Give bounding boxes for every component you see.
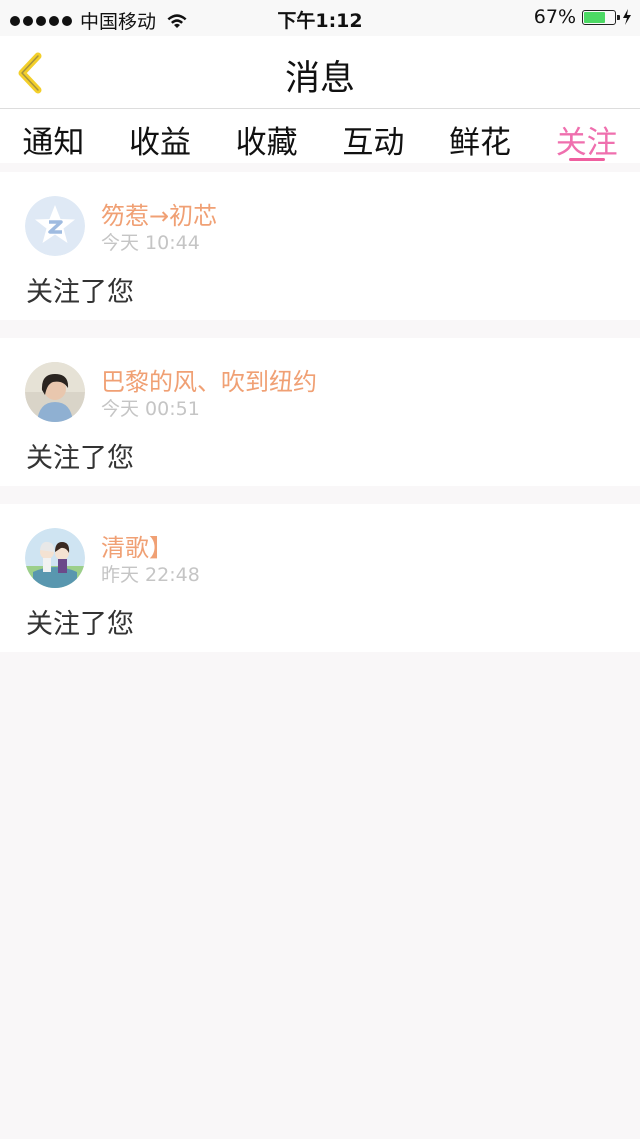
tab-follows[interactable]: 关注	[533, 109, 640, 163]
notification-message: 关注了您	[26, 443, 134, 474]
timestamp: 今天 00:51	[101, 398, 200, 420]
nav-bar: 消息	[0, 36, 640, 109]
tab-label: 收益	[129, 125, 191, 161]
message-tabs: 通知 收益 收藏 互动 鲜花 关注	[0, 109, 640, 163]
notification-message: 关注了您	[26, 609, 134, 640]
list-item[interactable]: 巴黎的风、吹到纽约 今天 00:51 关注了您	[0, 338, 640, 486]
user-photo-icon	[25, 362, 85, 422]
default-avatar-icon	[25, 196, 85, 256]
tab-label: 关注	[555, 125, 618, 161]
status-bar: 中国移动 下午1:12 67%	[0, 0, 640, 36]
avatar[interactable]	[25, 362, 85, 422]
username[interactable]: 巴黎的风、吹到纽约	[101, 362, 317, 397]
tab-label: 鲜花	[449, 125, 512, 161]
tab-flowers[interactable]: 鲜花	[427, 109, 534, 163]
status-right: 67%	[534, 6, 632, 28]
avatar[interactable]	[25, 528, 85, 588]
battery-percent: 67%	[533, 6, 576, 28]
list-item[interactable]: 笏惹→初芯 今天 10:44 关注了您	[0, 172, 640, 320]
notification-message: 关注了您	[26, 277, 134, 308]
battery-icon	[582, 9, 620, 25]
active-tab-indicator	[568, 158, 605, 161]
avatar[interactable]	[25, 196, 85, 256]
tab-interactions[interactable]: 互动	[320, 109, 427, 163]
anime-avatar-icon	[25, 528, 85, 588]
username[interactable]: 清歌】	[101, 528, 173, 563]
tab-notice[interactable]: 通知	[0, 109, 107, 163]
timestamp: 今天 10:44	[101, 232, 200, 254]
username[interactable]: 笏惹→初芯	[101, 196, 217, 231]
tab-favorites[interactable]: 收藏	[213, 109, 320, 163]
tab-label: 通知	[22, 125, 85, 161]
notification-list: 笏惹→初芯 今天 10:44 关注了您 巴黎的风、吹到纽约 今天 00:51 关…	[0, 172, 640, 670]
charging-bolt-icon	[623, 9, 631, 25]
page-title: 消息	[284, 59, 355, 99]
timestamp: 昨天 22:48	[101, 564, 200, 586]
tab-label: 收藏	[235, 125, 298, 161]
tab-label: 互动	[342, 125, 405, 161]
list-item[interactable]: 清歌】 昨天 22:48 关注了您	[0, 504, 640, 652]
tab-earnings[interactable]: 收益	[107, 109, 214, 163]
